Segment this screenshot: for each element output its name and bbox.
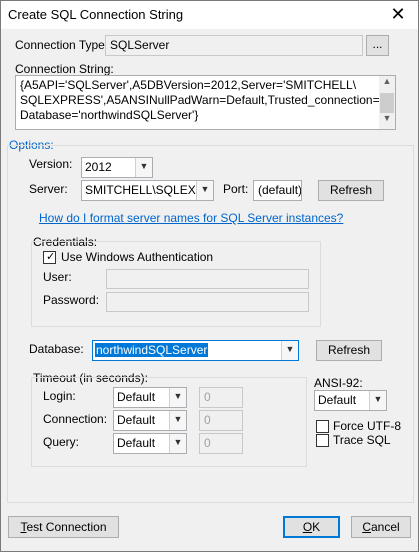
connection-timeout-input[interactable]: 0 (199, 410, 243, 431)
query-timeout-select[interactable]: Default ▼ (113, 433, 187, 454)
version-select[interactable]: 2012 ▼ (81, 157, 153, 178)
port-label: Port: (223, 182, 249, 196)
chevron-down-icon[interactable]: ▼ (196, 181, 213, 200)
ok-button[interactable]: OK (283, 516, 340, 538)
scroll-thumb[interactable] (380, 93, 394, 113)
connection-string-textarea[interactable]: {A5API='SQLServer',A5DBVersion=2012,Serv… (15, 75, 396, 130)
connection-type-field: SQLServer (105, 35, 363, 56)
trace-sql-label[interactable]: Trace SQL (333, 433, 391, 447)
connection-timeout-label: Connection: (43, 412, 108, 426)
connection-string-line: SQLEXPRESS',A5ANSINullPadWarn=Default,Tr… (20, 93, 396, 107)
close-icon[interactable]: ✕ (378, 1, 418, 29)
trace-sql-checkbox[interactable] (316, 434, 329, 447)
test-connection-button[interactable]: Test Connection (8, 516, 119, 538)
ansi-select[interactable]: Default ▼ (314, 390, 387, 411)
query-timeout-value: 0 (204, 436, 211, 450)
scroll-up-icon[interactable]: ▲ (379, 76, 395, 92)
user-label: User: (43, 270, 72, 284)
login-timeout-input[interactable]: 0 (199, 387, 243, 408)
dialog-window: Create SQL Connection String ✕ Connectio… (0, 0, 419, 552)
connection-string-line: Database='northwindSQLServer'} (20, 108, 199, 122)
refresh-database-button[interactable]: Refresh (316, 340, 382, 361)
port-value: (default) (258, 183, 302, 197)
force-utf8-checkbox[interactable] (316, 420, 329, 433)
chevron-down-icon[interactable]: ▼ (281, 341, 298, 360)
force-utf8-label[interactable]: Force UTF-8 (333, 419, 401, 433)
database-label: Database: (29, 342, 84, 356)
server-select[interactable]: SMITCHELL\SQLEXPRESS ▼ (81, 180, 214, 201)
ok-label-mnemonic: O (302, 520, 313, 534)
login-timeout-select[interactable]: Default ▼ (113, 387, 187, 408)
ansi-label: ANSI-92: (314, 376, 363, 390)
user-input[interactable] (106, 269, 309, 289)
server-value: SMITCHELL\SQLEXPRESS (85, 183, 197, 197)
query-timeout-mode: Default (117, 436, 156, 450)
cancel-label-mnemonic: C (362, 520, 371, 534)
connection-string-line: {A5API='SQLServer',A5DBVersion=2012,Serv… (20, 78, 357, 92)
test-connection-label-post: est Connection (26, 520, 107, 534)
login-timeout-mode: Default (117, 390, 156, 404)
password-input[interactable] (106, 292, 309, 312)
window-title: Create SQL Connection String (8, 7, 184, 22)
scroll-down-icon[interactable]: ▼ (379, 113, 395, 129)
chevron-down-icon[interactable]: ▼ (169, 434, 186, 453)
cancel-label-post: ancel (370, 520, 400, 534)
version-label: Version: (29, 157, 73, 171)
chevron-down-icon[interactable]: ▼ (369, 391, 386, 410)
chevron-down-icon[interactable]: ▼ (169, 388, 186, 407)
connection-string-label: Connection String: (15, 62, 114, 76)
database-select[interactable]: northwindSQLServer ▼ (92, 340, 299, 361)
query-timeout-input[interactable]: 0 (199, 433, 243, 454)
connection-timeout-value: 0 (204, 413, 211, 427)
connection-type-label: Connection Type: (15, 38, 109, 52)
connection-timeout-mode: Default (117, 413, 156, 427)
ok-label-post: K (312, 520, 321, 534)
password-label: Password: (43, 293, 100, 307)
refresh-server-button[interactable]: Refresh (318, 180, 384, 201)
query-timeout-label: Query: (43, 435, 80, 449)
login-timeout-value: 0 (204, 390, 211, 404)
chevron-down-icon[interactable]: ▼ (169, 411, 186, 430)
version-value: 2012 (85, 160, 112, 174)
windows-auth-checkbox[interactable]: ✓ (43, 251, 56, 264)
server-name-help-link[interactable]: How do I format server names for SQL Ser… (39, 211, 343, 225)
checkmark-icon: ✓ (46, 251, 56, 263)
database-value: northwindSQLServer (95, 343, 209, 357)
chevron-down-icon[interactable]: ▼ (135, 158, 152, 177)
server-label: Server: (29, 182, 68, 196)
cancel-button[interactable]: Cancel (351, 516, 411, 538)
port-input[interactable]: (default) (253, 180, 302, 201)
ansi-value: Default (318, 393, 357, 407)
login-timeout-label: Login: (43, 389, 76, 403)
browse-connection-type-button[interactable]: ... (366, 35, 389, 56)
connection-timeout-select[interactable]: Default ▼ (113, 410, 187, 431)
connection-type-value: SQLServer (110, 38, 170, 52)
windows-auth-label[interactable]: Use Windows Authentication (61, 250, 213, 264)
connection-string-scrollbar[interactable]: ▲ ▼ (379, 76, 395, 129)
title-bar: Create SQL Connection String ✕ (1, 1, 418, 29)
